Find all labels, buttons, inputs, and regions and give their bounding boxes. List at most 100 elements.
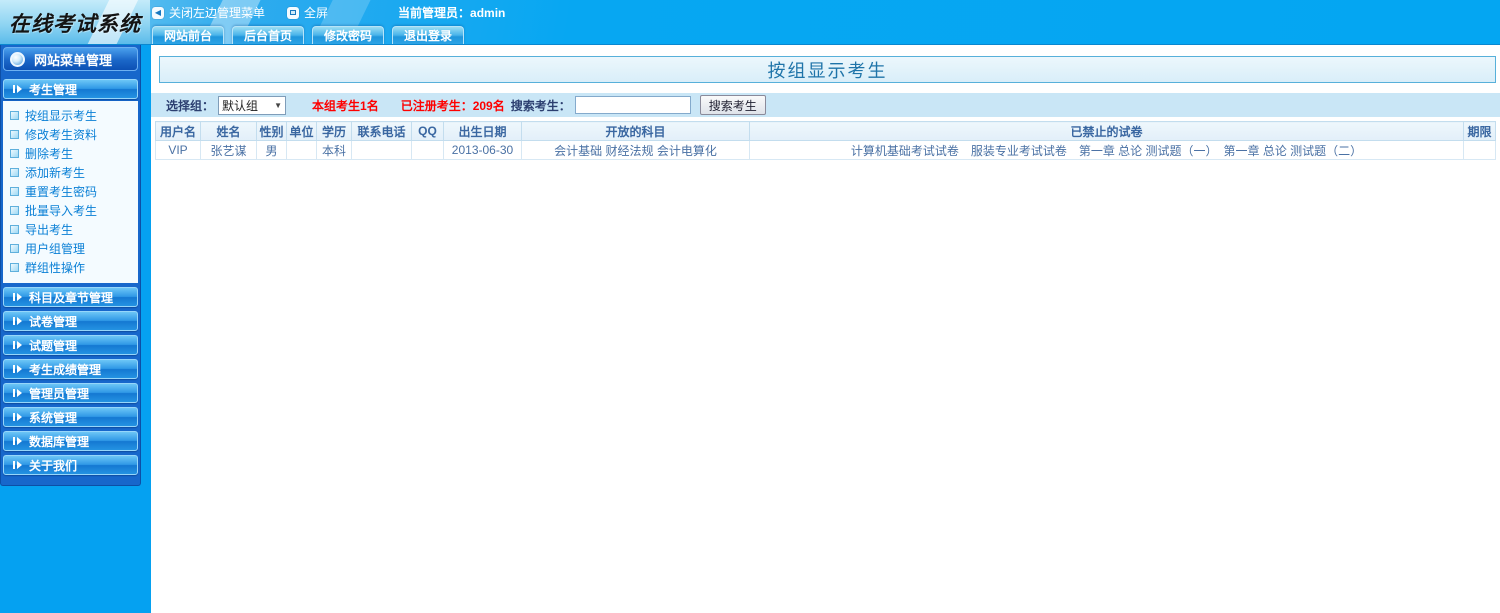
page-title-bar: 按组显示考生 (159, 56, 1496, 83)
sidebar-item-label: 删除考生 (25, 145, 73, 162)
play-icon (13, 413, 22, 421)
tab-logout[interactable]: 退出登录 (392, 26, 464, 45)
close-left-menu-button[interactable]: ◀ 关闭左边管理菜单 (152, 4, 265, 21)
sidebar-section-label: 数据库管理 (29, 433, 89, 450)
tab-admin-home[interactable]: 后台首页 (232, 26, 304, 45)
list-square-icon (10, 263, 19, 272)
page-title: 按组显示考生 (768, 57, 888, 83)
list-square-icon (10, 130, 19, 139)
table-body: VIP张艺谋男 本科 2013-06-30会计基础 财经法规 会计电算化计算机基… (156, 141, 1496, 160)
tab-change-password[interactable]: 修改密码 (312, 26, 384, 45)
table-cell: 本科 (317, 141, 352, 160)
play-icon (13, 293, 22, 301)
play-icon (13, 389, 22, 397)
tab-bar: 网站前台后台首页修改密码退出登录 (152, 26, 464, 45)
top-menu: ◀ 关闭左边管理菜单 全屏 当前管理员：admin (152, 5, 505, 20)
logo: 在线考试系统 (0, 0, 150, 45)
group-select[interactable]: 默认组 ▼ (218, 96, 286, 115)
students-table: 用户名姓名性别单位学历联系电话QQ出生日期开放的科目已禁止的试卷期限 VIP张艺… (155, 121, 1496, 160)
table-cell: 会计基础 财经法规 会计电算化 (522, 141, 750, 160)
table-cell (287, 141, 317, 160)
main-content: 按组显示考生 选择组： 默认组 ▼ 本组考生1名 已注册考生：209名 搜索考生… (151, 45, 1500, 613)
sidebar-item-label: 重置考生密码 (25, 183, 97, 200)
current-admin-label: 当前管理员：admin (398, 4, 505, 21)
close-left-menu-label: 关闭左边管理菜单 (169, 4, 265, 21)
sidebar-item-label: 添加新考生 (25, 164, 85, 181)
sidebar-item-reset-student-password[interactable]: 重置考生密码 (10, 182, 138, 201)
table-header-row: 用户名姓名性别单位学历联系电话QQ出生日期开放的科目已禁止的试卷期限 (156, 122, 1496, 141)
play-icon (13, 341, 22, 349)
column-header: 期限 (1464, 122, 1496, 141)
sidebar-section-subject-chapter-mgmt[interactable]: 科目及章节管理 (3, 287, 138, 307)
table-cell (352, 141, 412, 160)
search-button[interactable]: 搜索考生 (700, 95, 766, 115)
play-icon (13, 365, 22, 373)
sidebar-section-admin-mgmt[interactable]: 管理员管理 (3, 383, 138, 403)
registered-count-text: 已注册考生：209名 (401, 97, 505, 114)
column-header: 出生日期 (444, 122, 522, 141)
column-header: 姓名 (201, 122, 257, 141)
sidebar-section-question-mgmt[interactable]: 试题管理 (3, 335, 138, 355)
play-icon (13, 317, 22, 325)
column-header: 单位 (287, 122, 317, 141)
table-cell: 男 (257, 141, 287, 160)
list-square-icon (10, 111, 19, 120)
group-select-value: 默认组 (222, 97, 258, 114)
table-cell: 张艺谋 (201, 141, 257, 160)
column-header: 学历 (317, 122, 352, 141)
fullscreen-label: 全屏 (304, 4, 328, 21)
sidebar: 网站菜单管理 考生管理按组显示考生修改考生资料删除考生添加新考生重置考生密码批量… (0, 45, 151, 613)
sidebar-section-label: 考生成绩管理 (29, 361, 101, 378)
group-count-text: 本组考生1名 (312, 97, 379, 114)
sidebar-item-edit-student-info[interactable]: 修改考生资料 (10, 125, 138, 144)
sidebar-section-paper-mgmt[interactable]: 试卷管理 (3, 311, 138, 331)
sidebar-header: 网站菜单管理 (3, 47, 138, 71)
sidebar-section-database-mgmt[interactable]: 数据库管理 (3, 431, 138, 451)
sidebar-item-user-group-mgmt[interactable]: 用户组管理 (10, 239, 138, 258)
list-square-icon (10, 206, 19, 215)
column-header: 已禁止的试卷 (750, 122, 1464, 141)
table-cell (412, 141, 444, 160)
sidebar-item-show-by-group[interactable]: 按组显示考生 (10, 106, 138, 125)
sidebar-item-label: 导出考生 (25, 221, 73, 238)
sidebar-section-label: 管理员管理 (29, 385, 89, 402)
play-icon (13, 461, 22, 469)
play-icon (13, 437, 22, 445)
column-header: 联系电话 (352, 122, 412, 141)
globe-icon (10, 52, 25, 67)
sidebar-section-label: 科目及章节管理 (29, 289, 113, 306)
sidebar-item-label: 按组显示考生 (25, 107, 97, 124)
table-cell: 2013-06-30 (444, 141, 522, 160)
sidebar-section-system-mgmt[interactable]: 系统管理 (3, 407, 138, 427)
sidebar-section-about-us[interactable]: 关于我们 (3, 455, 138, 475)
list-square-icon (10, 244, 19, 253)
table-cell: VIP (156, 141, 201, 160)
sidebar-section-student-mgmt[interactable]: 考生管理 (3, 79, 138, 99)
sidebar-item-label: 修改考生资料 (25, 126, 97, 143)
tab-site-front[interactable]: 网站前台 (152, 26, 224, 45)
sidebar-item-label: 群组性操作 (25, 259, 85, 276)
sidebar-section-label: 系统管理 (29, 409, 77, 426)
collapse-left-icon: ◀ (152, 7, 164, 19)
fullscreen-button[interactable]: 全屏 (287, 4, 328, 21)
group-select-label: 选择组： (166, 97, 214, 114)
table-cell: 计算机基础考试试卷 服装专业考试试卷 第一章 总论 测试题（一） 第一章 总论 … (750, 141, 1464, 160)
sidebar-item-label: 用户组管理 (25, 240, 85, 257)
list-square-icon (10, 225, 19, 234)
sidebar-header-label: 网站菜单管理 (34, 50, 112, 69)
sidebar-item-export-students[interactable]: 导出考生 (10, 220, 138, 239)
sidebar-item-label: 批量导入考生 (25, 202, 97, 219)
sidebar-item-delete-student[interactable]: 删除考生 (10, 144, 138, 163)
sidebar-item-batch-import-students[interactable]: 批量导入考生 (10, 201, 138, 220)
search-input[interactable] (575, 96, 691, 114)
column-header: 性别 (257, 122, 287, 141)
column-header: 开放的科目 (522, 122, 750, 141)
sidebar-item-add-new-student[interactable]: 添加新考生 (10, 163, 138, 182)
column-header: 用户名 (156, 122, 201, 141)
column-header: QQ (412, 122, 444, 141)
list-square-icon (10, 187, 19, 196)
sidebar-item-group-operations[interactable]: 群组性操作 (10, 258, 138, 277)
play-icon (13, 85, 22, 93)
sidebar-item-list: 按组显示考生修改考生资料删除考生添加新考生重置考生密码批量导入考生导出考生用户组… (3, 101, 138, 283)
sidebar-section-score-mgmt[interactable]: 考生成绩管理 (3, 359, 138, 379)
